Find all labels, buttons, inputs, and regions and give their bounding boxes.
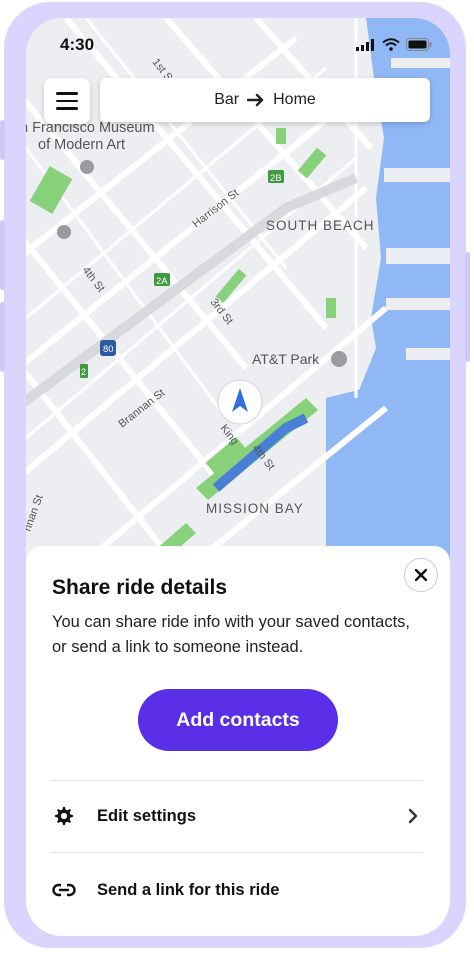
close-icon (415, 569, 427, 581)
arrow-right-icon (247, 93, 264, 107)
gear-icon (52, 804, 76, 828)
route-origin: Bar (214, 91, 240, 108)
interstate-80-shield: 80 (103, 344, 114, 355)
battery-icon (406, 38, 432, 51)
exit-2b-shield: 2B (270, 173, 282, 184)
side-button (0, 120, 5, 160)
sheet-description: You can share ride info with your saved … (52, 613, 411, 656)
signal-icon (356, 38, 374, 51)
map-label-att-park: AT&T Park (252, 351, 320, 367)
map-label-south-beach: SOUTH BEACH (266, 218, 375, 233)
close-button[interactable] (404, 558, 438, 592)
volume-down-button (0, 302, 5, 372)
navigation-arrow-icon (217, 379, 263, 425)
edit-settings-label: Edit settings (97, 806, 197, 825)
phone-screen: n Francisco Museum of Modern Art SOUTH B… (26, 18, 450, 936)
exit-2a-shield: 2A (156, 276, 168, 287)
volume-up-button (0, 220, 5, 290)
phone-frame: n Francisco Museum of Modern Art SOUTH B… (0, 2, 470, 948)
map-label-museum: n Francisco Museum (26, 120, 155, 136)
share-ride-sheet: Share ride details You can share ride in… (26, 546, 450, 936)
add-contacts-button[interactable]: Add contacts (138, 689, 338, 751)
route-summary[interactable]: Bar Home (100, 78, 430, 122)
status-time: 4:30 (60, 35, 95, 54)
send-link-row[interactable]: Send a link for this ride (52, 862, 422, 918)
link-icon (52, 878, 76, 902)
map-label-museum-2: of Modern Art (38, 137, 125, 153)
divider (52, 852, 422, 853)
send-link-label: Send a link for this ride (97, 880, 280, 899)
sheet-title: Share ride details (52, 576, 228, 599)
hamburger-menu-icon[interactable] (44, 78, 90, 124)
exit-2-shield: 2 (81, 367, 86, 377)
divider (52, 780, 422, 781)
route-destination: Home (273, 91, 316, 108)
map-label-mission-bay: MISSION BAY (206, 501, 304, 516)
chevron-right-icon (404, 807, 422, 825)
power-button (465, 252, 470, 362)
wifi-icon (382, 38, 400, 51)
status-bar: 4:30 (26, 18, 450, 64)
edit-settings-row[interactable]: Edit settings (52, 788, 422, 844)
